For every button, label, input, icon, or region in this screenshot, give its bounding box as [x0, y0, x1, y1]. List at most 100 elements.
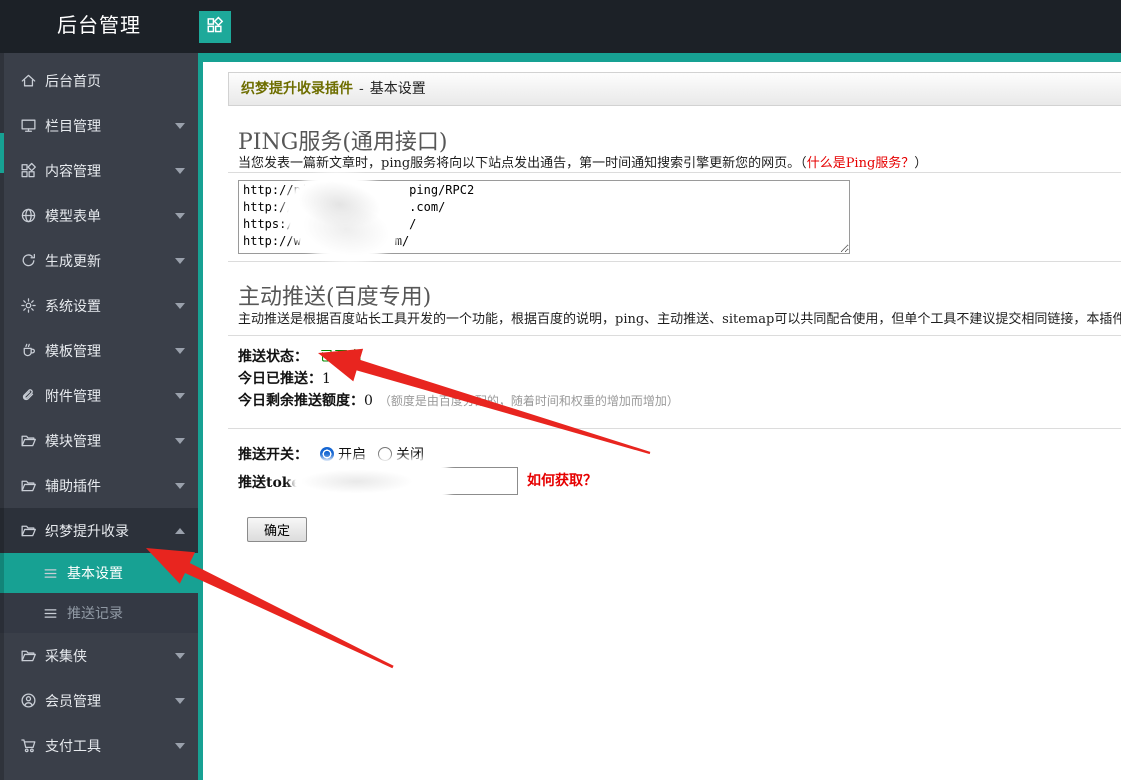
- sidebar-item-label: 基本设置: [67, 565, 123, 581]
- content-top-accent: [198, 53, 1121, 62]
- pushed-today-value: 1: [322, 371, 331, 387]
- breadcrumb-separator: -: [359, 81, 364, 97]
- sidebar-item-label: 栏目管理: [45, 117, 101, 134]
- how-to-get-token-link[interactable]: 如何获取？: [527, 470, 597, 490]
- breadcrumb-plugin-name: 织梦提升收录插件: [241, 81, 353, 97]
- chevron-down-icon: [175, 437, 185, 444]
- quota-label: 今日剩余推送额度：: [238, 393, 364, 409]
- sidebar-item-auxiliary-plugins[interactable]: 辅助插件: [0, 463, 198, 508]
- list-icon: [42, 565, 59, 582]
- chevron-down-icon: [175, 302, 185, 309]
- folder-icon: [20, 477, 37, 494]
- refresh-icon: [20, 252, 37, 269]
- sidebar-item-label: 辅助插件: [45, 477, 101, 494]
- cart-icon: [20, 737, 37, 754]
- apps-grid-icon: [206, 16, 224, 39]
- chevron-down-icon: [175, 482, 185, 489]
- chevron-down-icon: [175, 697, 185, 704]
- push-status-value: 已开启: [320, 349, 362, 365]
- chevron-down-icon: [175, 392, 185, 399]
- topbar: 后台管理: [0, 0, 1121, 53]
- sidebar: 后台首页栏目管理内容管理模型表单生成更新系统设置模板管理附件管理模块管理辅助插件…: [0, 53, 198, 780]
- quota-value: 0: [364, 393, 373, 409]
- sidebar-item-payment-tools[interactable]: 支付工具: [0, 723, 198, 768]
- list-icon: [42, 605, 59, 622]
- chevron-down-icon: [175, 652, 185, 659]
- breadcrumb: 织梦提升收录插件 - 基本设置: [228, 72, 1121, 106]
- sidebar-item-label: 生成更新: [45, 252, 101, 269]
- chevron-down-icon: [175, 347, 185, 354]
- sidebar-item-label: 采集侠: [45, 647, 87, 664]
- sidebar-accent-divider: [198, 53, 203, 780]
- push-switch-label: 推送开关：: [238, 447, 308, 463]
- user-icon: [20, 692, 37, 709]
- pushed-today-line: 今日已推送：1: [238, 368, 331, 388]
- sidebar-item-label: 推送记录: [67, 605, 123, 621]
- divider: [228, 335, 1121, 336]
- sidebar-item-label: 会员管理: [45, 692, 101, 709]
- sidebar-item-label: 附件管理: [45, 387, 101, 404]
- chevron-down-icon: [175, 212, 185, 219]
- cup-icon: [20, 342, 37, 359]
- chevron-down-icon: [175, 167, 185, 174]
- what-is-ping-link[interactable]: 什么是Ping服务？: [807, 156, 915, 171]
- sidebar-item-push-records[interactable]: 推送记录: [0, 593, 198, 633]
- home-icon: [20, 72, 37, 89]
- sidebar-item-member-manage[interactable]: 会员管理: [0, 678, 198, 723]
- chevron-down-icon: [175, 742, 185, 749]
- app-title: 后台管理: [57, 15, 141, 37]
- folder-icon: [20, 522, 37, 539]
- sidebar-item-caijixia[interactable]: 采集侠: [0, 633, 198, 678]
- sidebar-item-model-form[interactable]: 模型表单: [0, 193, 198, 238]
- radio-on[interactable]: [320, 447, 334, 461]
- sidebar-item-template-manage[interactable]: 模板管理: [0, 328, 198, 373]
- chevron-down-icon: [175, 122, 185, 129]
- chevron-down-icon: [175, 257, 185, 264]
- sidebar-item-system-settings[interactable]: 系统设置: [0, 283, 198, 328]
- sidebar-menu: 后台首页栏目管理内容管理模型表单生成更新系统设置模板管理附件管理模块管理辅助插件…: [0, 53, 198, 768]
- sidebar-item-content-manage[interactable]: 内容管理: [0, 148, 198, 193]
- folder-icon: [20, 432, 37, 449]
- sidebar-item-basic-settings[interactable]: 基本设置: [0, 553, 198, 593]
- monitor-icon: [20, 117, 37, 134]
- sidebar-item-backend-home[interactable]: 后台首页: [0, 58, 198, 103]
- sidebar-item-label: 模块管理: [45, 432, 101, 449]
- quota-line: 今日剩余推送额度：0 （额度是由百度分配的，随着时间和权重的增加而增加）: [238, 390, 679, 410]
- ping-section-description: 当您发表一篇新文章时，ping服务将向以下站点发出通告，第一时间通知搜索引擎更新…: [238, 152, 927, 171]
- confirm-button[interactable]: 确定: [247, 517, 307, 542]
- globe-icon: [20, 207, 37, 224]
- pushed-today-label: 今日已推送：: [238, 371, 322, 387]
- sidebar-item-label: 后台首页: [45, 72, 101, 89]
- grid-icon: [20, 162, 37, 179]
- apps-grid-button[interactable]: [199, 11, 231, 43]
- push-section-description: 主动推送是根据百度站长工具开发的一个功能，根据百度的说明，ping、主动推送、s…: [238, 312, 1121, 327]
- radio-off-label[interactable]: 关闭: [396, 444, 424, 464]
- sidebar-item-label: 支付工具: [45, 737, 101, 754]
- sidebar-item-generate-update[interactable]: 生成更新: [0, 238, 198, 283]
- sidebar-item-label: 模型表单: [45, 207, 101, 224]
- sidebar-scrollbar-thumb[interactable]: [0, 133, 4, 173]
- push-switch-row: 推送开关： 开启 关闭: [238, 443, 424, 465]
- push-status-label: 推送状态：: [238, 349, 308, 365]
- radio-on-label[interactable]: 开启: [338, 444, 366, 464]
- divider: [228, 172, 1121, 173]
- sidebar-item-label: 系统设置: [45, 297, 101, 314]
- sidebar-item-label: 织梦提升收录: [45, 522, 129, 539]
- quota-note: （额度是由百度分配的，随着时间和权重的增加而增加）: [378, 394, 679, 408]
- gear-icon: [20, 297, 37, 314]
- sidebar-item-label: 模板管理: [45, 342, 101, 359]
- sidebar-item-attachment-manage[interactable]: 附件管理: [0, 373, 198, 418]
- censor-blob: [296, 463, 448, 500]
- sidebar-item-column-manage[interactable]: 栏目管理: [0, 103, 198, 148]
- breadcrumb-page-name: 基本设置: [369, 81, 426, 97]
- ping-desc-text: 当您发表一篇新文章时，ping服务将向以下站点发出通告，第一时间通知搜索引擎更新…: [238, 156, 807, 171]
- push-section-heading: 主动推送(百度专用): [238, 285, 432, 310]
- push-status-line: 推送状态： 已开启: [238, 346, 362, 366]
- divider: [228, 428, 1121, 429]
- chevron-up-icon: [175, 527, 185, 534]
- sidebar-item-module-manage[interactable]: 模块管理: [0, 418, 198, 463]
- folder-icon: [20, 647, 37, 664]
- sidebar-item-zhimeng-boost-index[interactable]: 织梦提升收录: [0, 508, 198, 553]
- paperclip-icon: [20, 387, 37, 404]
- radio-off[interactable]: [378, 447, 392, 461]
